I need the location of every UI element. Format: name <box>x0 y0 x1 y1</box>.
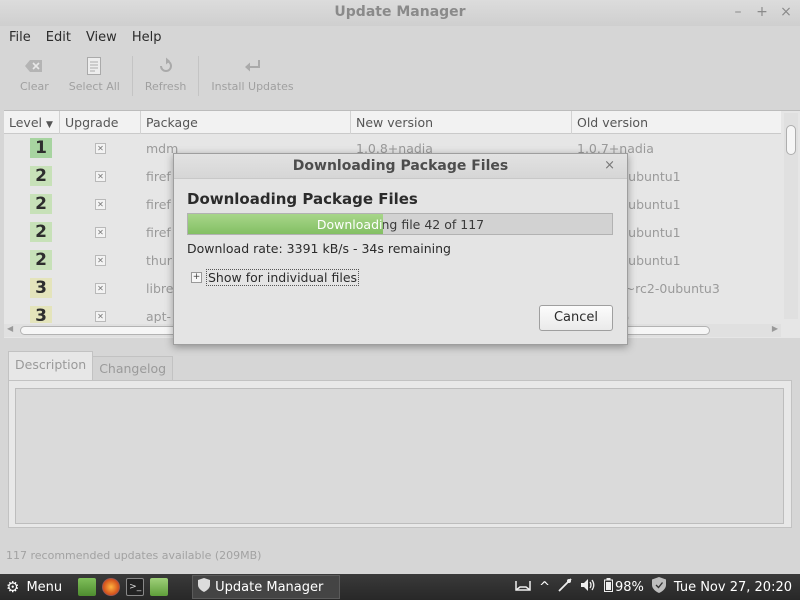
expander-label[interactable]: Show for individual files <box>206 269 360 286</box>
firefox-icon[interactable] <box>102 578 121 596</box>
individual-files-expander[interactable]: + Show for individual files <box>191 269 360 286</box>
battery-indicator[interactable]: 98% <box>603 578 644 596</box>
battery-percent: 98% <box>614 579 644 595</box>
folder-icon[interactable] <box>150 578 169 596</box>
chevron-up-icon[interactable]: ^ <box>539 580 550 595</box>
task-label: Update Manager <box>215 579 324 595</box>
show-desktop-icon[interactable] <box>78 578 97 596</box>
dialog-title: Downloading Package Files <box>292 158 509 174</box>
taskbar-window-update-manager[interactable]: Update Manager <box>192 575 341 599</box>
expand-plus-icon[interactable]: + <box>191 272 202 283</box>
cancel-button[interactable]: Cancel <box>539 305 613 331</box>
dialog-title-bar: Downloading Package Files × <box>174 154 627 179</box>
system-tray: ^ 98% Tue Nov 27, 20:20 <box>515 574 800 600</box>
dialog-close-button[interactable]: × <box>604 158 615 173</box>
battery-icon <box>603 578 613 596</box>
terminal-icon[interactable]: >_ <box>126 578 145 596</box>
network-icon[interactable] <box>558 578 572 596</box>
menu-label: Menu <box>26 579 63 595</box>
update-manager-window: Update Manager – + × File Edit View Help… <box>0 0 800 574</box>
security-shield-icon[interactable] <box>651 577 666 597</box>
download-rate: Download rate: 3391 kB/s - 34s remaining <box>187 241 451 256</box>
start-menu-button[interactable]: ⚙ Menu <box>0 578 62 596</box>
taskbar: ⚙ Menu >_ Update Manager ^ 98% Tue Nov 2… <box>0 574 800 600</box>
download-progress-bar: Downloading file 42 of 117 Downloading f… <box>187 213 613 235</box>
dialog-heading: Downloading Package Files <box>187 190 418 208</box>
dropbox-icon[interactable] <box>515 578 531 596</box>
clock[interactable]: Tue Nov 27, 20:20 <box>674 580 792 595</box>
shield-icon <box>198 578 211 596</box>
progress-text-highlight: Downloading file 42 of 117 <box>316 217 383 232</box>
download-dialog: Downloading Package Files × Downloading … <box>173 153 628 345</box>
volume-icon[interactable] <box>580 578 596 596</box>
quick-launchers: >_ <box>78 578 169 596</box>
dialog-overlay: Downloading Package Files × Downloading … <box>0 0 800 574</box>
gear-icon: ⚙ <box>6 578 20 596</box>
progress-fill: Downloading file 42 of 117 <box>188 214 384 234</box>
